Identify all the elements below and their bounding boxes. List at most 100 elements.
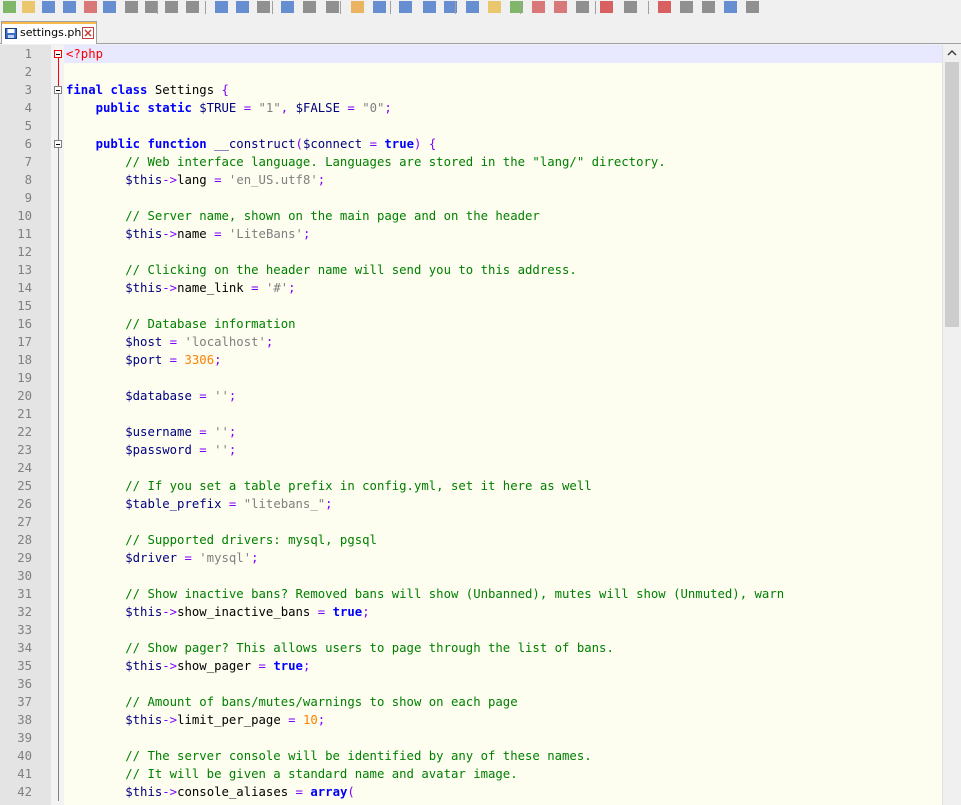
line-number: 16 — [17, 317, 32, 331]
toolbar-button[interactable] — [488, 1, 501, 13]
code-text: $this->name_link = '#'; — [125, 281, 296, 295]
code-line[interactable]: 19 — [0, 369, 942, 387]
line-number: 8 — [24, 173, 32, 187]
code-line[interactable]: 39 — [0, 729, 942, 747]
toolbar-button[interactable] — [186, 1, 199, 13]
code-line[interactable]: 35 $this->show_pager = true; — [0, 657, 942, 675]
code-line[interactable]: 10 // Server name, shown on the main pag… — [0, 207, 942, 225]
vertical-scrollbar[interactable] — [942, 45, 961, 805]
code-line[interactable]: 23 $password = ''; — [0, 441, 942, 459]
code-line[interactable]: 26 $table_prefix = "litebans_"; — [0, 495, 942, 513]
code-line[interactable]: 7 // Web interface language. Languages a… — [0, 153, 942, 171]
toolbar-button[interactable] — [236, 1, 249, 13]
code-line[interactable]: 16 // Database information — [0, 315, 942, 333]
toolbar-button[interactable] — [423, 1, 436, 13]
line-number: 13 — [17, 263, 32, 277]
toolbar-button[interactable] — [165, 1, 178, 13]
code-text: // Show inactive bans? Removed bans will… — [125, 587, 785, 601]
code-line[interactable]: 33 — [0, 621, 942, 639]
fold-minus-icon[interactable] — [54, 86, 62, 94]
scrollbar-thumb[interactable] — [945, 62, 959, 327]
code-text: $password = ''; — [125, 443, 237, 457]
code-line[interactable]: 37 // Amount of bans/mutes/warnings to s… — [0, 693, 942, 711]
toolbar-button[interactable] — [532, 1, 545, 13]
fold-minus-icon[interactable] — [54, 50, 62, 58]
toolbar-button[interactable] — [125, 1, 138, 13]
line-number: 41 — [17, 767, 32, 781]
code-line[interactable]: 9 — [0, 189, 942, 207]
code-line[interactable]: 14 $this->name_link = '#'; — [0, 279, 942, 297]
code-line[interactable]: 30 — [0, 567, 942, 585]
toolbar-button[interactable] — [326, 1, 339, 13]
toolbar-button[interactable] — [281, 1, 294, 13]
code-line[interactable]: 3 final class Settings { — [0, 81, 942, 99]
code-line[interactable]: 40 // The server console will be identif… — [0, 747, 942, 765]
toolbar-button[interactable] — [257, 1, 270, 13]
toolbar-button[interactable] — [680, 1, 693, 13]
toolbar-button[interactable] — [510, 1, 523, 13]
code-line[interactable]: 13 // Clicking on the header name will s… — [0, 261, 942, 279]
code-editor[interactable]: 1 <?php 2 3 final class Settings {4 public s… — [0, 45, 961, 805]
toolbar-button[interactable] — [84, 1, 97, 13]
toolbar-button[interactable] — [103, 1, 116, 13]
toolbar-button[interactable] — [576, 1, 589, 13]
toolbar-button[interactable] — [658, 1, 671, 13]
code-line[interactable]: 18 $port = 3306; — [0, 351, 942, 369]
toolbar-button[interactable] — [399, 1, 412, 13]
code-line[interactable]: 4 public static $TRUE = "1", $FALSE = "0… — [0, 99, 942, 117]
toolbar-button[interactable] — [554, 1, 567, 13]
code-line[interactable]: 38 $this->limit_per_page = 10; — [0, 711, 942, 729]
code-text: $username = ''; — [125, 425, 237, 439]
tab-settings-php[interactable]: settings.php — [1, 21, 97, 44]
toolbar-button[interactable] — [466, 1, 479, 13]
toolbar-button[interactable] — [746, 1, 759, 13]
code-line[interactable]: 41 // It will be given a standard name a… — [0, 765, 942, 783]
toolbar-button[interactable] — [600, 1, 613, 13]
code-line[interactable]: 22 $username = ''; — [0, 423, 942, 441]
code-text: $port = 3306; — [125, 353, 222, 367]
code-line[interactable]: 32 $this->show_inactive_bans = true; — [0, 603, 942, 621]
close-icon[interactable] — [82, 27, 94, 39]
code-line[interactable]: 24 — [0, 459, 942, 477]
code-line[interactable]: 5 — [0, 117, 942, 135]
code-line[interactable]: 31 // Show inactive bans? Removed bans w… — [0, 585, 942, 603]
toolbar-button[interactable] — [215, 1, 228, 13]
toolbar-button[interactable] — [303, 1, 316, 13]
line-number: 37 — [17, 695, 32, 709]
code-line[interactable]: 12 — [0, 243, 942, 261]
code-line[interactable]: 2 — [0, 63, 942, 81]
code-line[interactable]: 1 <?php — [0, 45, 942, 63]
toolbar-button[interactable] — [351, 1, 364, 13]
toolbar-button[interactable] — [624, 1, 637, 13]
code-line[interactable]: 34 // Show pager? This allows users to p… — [0, 639, 942, 657]
line-number: 6 — [24, 137, 32, 151]
code-line[interactable]: 42 $this->console_aliases = array( — [0, 783, 942, 801]
code-line[interactable]: 15 — [0, 297, 942, 315]
fold-minus-icon[interactable] — [54, 140, 62, 148]
line-number: 33 — [17, 623, 32, 637]
code-line[interactable]: 6 public function __construct($connect =… — [0, 135, 942, 153]
code-line[interactable]: 21 — [0, 405, 942, 423]
toolbar-button[interactable] — [42, 1, 55, 13]
code-line[interactable]: 28 // Supported drivers: mysql, pgsql — [0, 531, 942, 549]
code-line[interactable]: 17 $host = 'localhost'; — [0, 333, 942, 351]
toolbar-button[interactable] — [724, 1, 737, 13]
toolbar-button[interactable] — [702, 1, 715, 13]
code-line[interactable]: 11 $this->name = 'LiteBans'; — [0, 225, 942, 243]
toolbar-separator — [595, 1, 596, 14]
code-line[interactable]: 20 $database = ''; — [0, 387, 942, 405]
code-text: $this->console_aliases = array( — [125, 785, 355, 799]
toolbar-button[interactable] — [3, 1, 16, 13]
code-line[interactable]: 25 // If you set a table prefix in confi… — [0, 477, 942, 495]
chevron-up-icon[interactable] — [943, 45, 961, 62]
line-number: 23 — [17, 443, 32, 457]
toolbar-button[interactable] — [63, 1, 76, 13]
code-line[interactable]: 27 — [0, 513, 942, 531]
line-number: 2 — [24, 65, 32, 79]
toolbar-button[interactable] — [373, 1, 386, 13]
code-line[interactable]: 36 — [0, 675, 942, 693]
code-line[interactable]: 29 $driver = 'mysql'; — [0, 549, 942, 567]
toolbar-button[interactable] — [22, 1, 35, 13]
code-line[interactable]: 8 $this->lang = 'en_US.utf8'; — [0, 171, 942, 189]
line-number: 15 — [17, 299, 32, 313]
